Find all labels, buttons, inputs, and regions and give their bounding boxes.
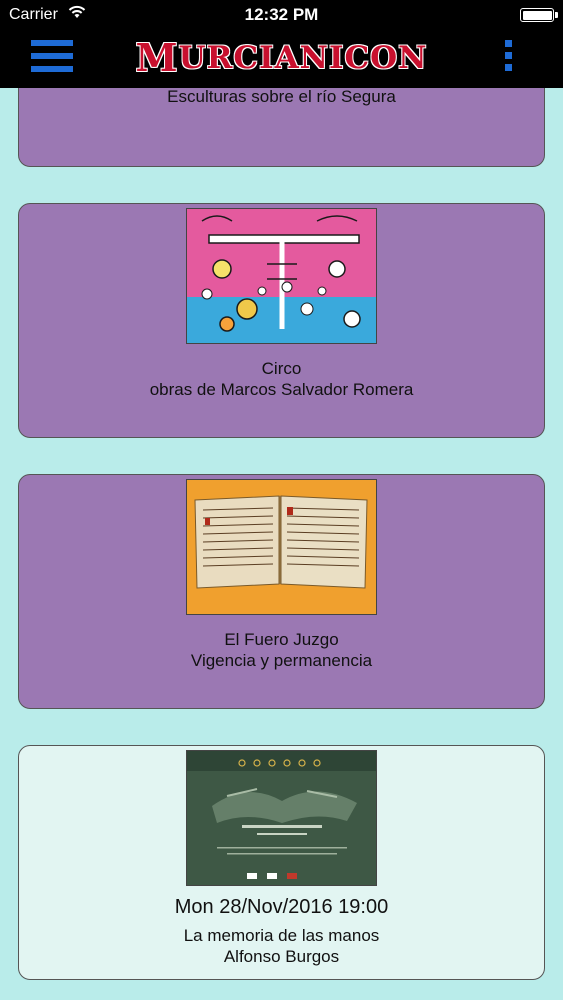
event-card[interactable]: El Fuero Juzgo Vigencia y permanencia [18, 474, 545, 709]
old-book-thumbnail [186, 479, 377, 615]
event-title: Circo [261, 359, 302, 378]
app-logo-overlay: M URCIANICON [120, 36, 443, 80]
hamburger-menu-icon-overlay [31, 40, 73, 72]
event-title: La memoria de las manos [183, 926, 380, 945]
more-options-icon-overlay [505, 40, 515, 74]
status-bar: Carrier 12:32 PM [0, 0, 563, 30]
event-date: Mon 28/Nov/2016 19:00 [174, 896, 389, 918]
circus-artwork-thumbnail [186, 208, 377, 344]
event-subtitle: Vigencia y permanencia [190, 651, 373, 670]
event-subtitle: obras de Marcos Salvador Romera [149, 380, 414, 399]
battery-icon [520, 8, 558, 22]
event-subtitle: Alfonso Burgos [223, 947, 340, 966]
logo-initial: M [135, 35, 179, 80]
logo-text: URCIANICON [178, 39, 428, 76]
exhibition-poster-thumbnail [186, 750, 377, 886]
event-title: El Fuero Juzgo [224, 630, 339, 649]
event-card[interactable]: Mon 28/Nov/2016 19:00 La memoria de las … [18, 745, 545, 980]
event-title: Esculturas sobre el río Segura [167, 87, 396, 106]
event-card[interactable]: Circo obras de Marcos Salvador Romera [18, 203, 545, 438]
clock: 12:32 PM [244, 5, 319, 24]
